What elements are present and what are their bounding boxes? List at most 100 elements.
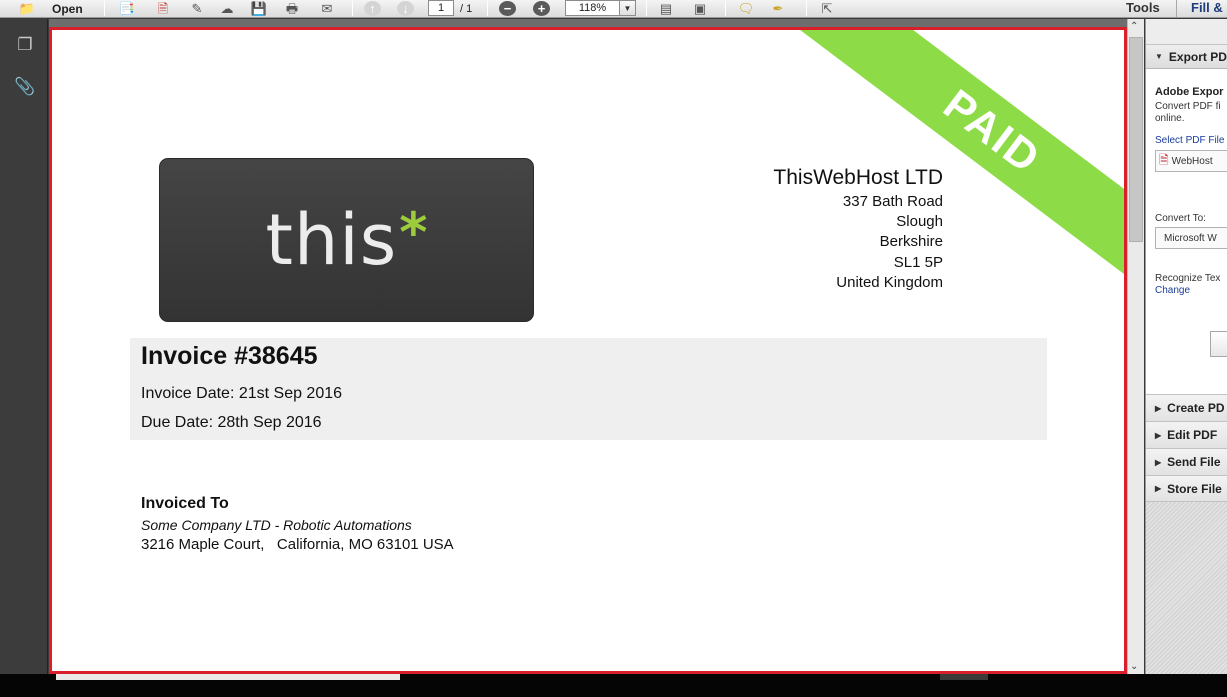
comment-button[interactable]: 🗨 <box>737 0 755 17</box>
logo-text: this <box>265 199 398 281</box>
minus-icon: − <box>499 1 516 16</box>
invoiced-to-heading: Invoiced To <box>141 495 229 512</box>
company-name: ThisWebHost LTD <box>773 166 943 189</box>
toolbar-separator <box>806 1 807 16</box>
pen-icon: ✒ <box>772 1 784 16</box>
expand-icon: ⇱ <box>821 1 833 16</box>
chevron-down-icon[interactable]: ⌄ <box>1130 661 1138 672</box>
previous-page-button[interactable]: ↑ <box>364 0 381 17</box>
arrow-down-icon: ↓ <box>397 1 414 16</box>
chevron-down-icon[interactable]: ▼ <box>619 1 635 15</box>
attachments-icon[interactable]: 📎 <box>14 76 36 98</box>
create-pdf-section[interactable]: ▶ Create PD <box>1146 394 1227 421</box>
triangle-down-icon: ▼ <box>1155 52 1163 61</box>
section-label: Create PD <box>1167 401 1225 415</box>
address-line: Slough <box>896 213 943 231</box>
zoom-out-button[interactable]: − <box>499 0 516 17</box>
address-line: 337 Bath Road <box>842 193 943 210</box>
adobe-export-title: Adobe Expor <box>1155 86 1224 98</box>
toolbar: 📁 Open 📑 🗎 ✎ ☁ 💾 🖶 ✉ ↑ ↓ 1 / 1 − + 118% … <box>0 0 1227 18</box>
full-screen-button[interactable]: ⇱ <box>818 0 836 17</box>
convert-format-select[interactable]: Microsoft W <box>1155 227 1227 249</box>
selected-file-name: WebHost <box>1171 155 1213 167</box>
create-button[interactable]: 📑 <box>118 0 136 17</box>
next-page-button[interactable]: ↓ <box>397 0 414 17</box>
upload-button[interactable]: ☁ <box>218 0 236 17</box>
invoiced-to-block: Invoiced To Some Company LTD - Robotic A… <box>141 493 454 555</box>
vertical-scrollbar[interactable]: ⌃ ⌄ <box>1127 19 1144 674</box>
email-button[interactable]: ✉ <box>318 0 336 17</box>
logo-star: * <box>399 200 428 264</box>
print-button[interactable]: 🖶 <box>283 0 301 17</box>
fit-page-button[interactable]: ▤ <box>657 0 675 17</box>
address-line: United Kingdom <box>836 273 943 291</box>
convert-button[interactable] <box>1210 331 1227 357</box>
document-viewport: PAID this * ThisWebHost LTD 337 Bath Roa… <box>49 19 1127 674</box>
sign-button[interactable]: ✒ <box>769 0 787 17</box>
edit-icon: ✎ <box>191 1 203 16</box>
toolbar-separator <box>725 1 726 16</box>
combine-files-icon: 🗎 <box>157 1 169 16</box>
invoiced-to-address: 3216 Maple Court, California, MO 63101 U… <box>141 536 454 553</box>
zoom-in-button[interactable]: + <box>533 0 550 17</box>
combine-button[interactable]: 🗎 <box>154 0 172 17</box>
scrollbar-thumb[interactable] <box>1129 37 1143 242</box>
panel-top-strip <box>1146 19 1227 45</box>
triangle-right-icon: ▶ <box>1155 403 1162 413</box>
triangle-right-icon: ▶ <box>1155 430 1162 440</box>
fill-sign-tab[interactable]: Fill & <box>1191 0 1223 15</box>
toolbar-separator <box>352 1 353 16</box>
taskbar-segment <box>940 674 988 680</box>
chevron-up-icon[interactable]: ⌃ <box>1130 21 1138 32</box>
export-pdf-label: Export PD <box>1168 49 1227 64</box>
navigation-pane: ❐ 📎 <box>0 19 48 674</box>
convert-description-line: online. <box>1155 113 1185 124</box>
taskbar-strip <box>0 674 1227 697</box>
company-address-block: ThisWebHost LTD 337 Bath Road Slough Ber… <box>773 164 943 293</box>
invoiced-to-company: Some Company LTD - Robotic Automations <box>141 517 412 533</box>
print-icon: 🖶 <box>285 1 299 16</box>
arrow-up-icon: ↑ <box>364 1 381 16</box>
section-label: Edit PDF <box>1167 428 1218 442</box>
section-label: Send File <box>1167 455 1221 469</box>
zoom-value: 118% <box>578 2 607 14</box>
company-logo: this * <box>159 158 534 322</box>
toolbar-separator <box>1176 0 1177 17</box>
zoom-select[interactable]: 118% ▼ <box>565 0 636 16</box>
convert-description: Convert PDF fi online. <box>1155 101 1221 125</box>
store-files-section[interactable]: ▶ Store File <box>1146 475 1227 502</box>
fit-width-icon: ▣ <box>693 1 707 16</box>
invoice-date: Invoice Date: 21st Sep 2016 <box>141 385 343 402</box>
due-date: Due Date: 28th Sep 2016 <box>141 414 322 431</box>
tools-tab[interactable]: Tools <box>1126 0 1160 15</box>
invoice-number: Invoice #38645 <box>141 342 318 370</box>
create-pdf-icon: 📑 <box>118 1 136 16</box>
page-number-input[interactable]: 1 <box>428 0 454 16</box>
open-button[interactable]: 📁 Open <box>18 0 83 17</box>
address-line: SL1 5P <box>893 253 943 271</box>
send-files-section[interactable]: ▶ Send File <box>1146 448 1227 475</box>
comment-icon: 🗨 <box>737 1 755 16</box>
address-line: Berkshire <box>879 233 943 251</box>
toolbar-separator <box>104 1 105 16</box>
triangle-right-icon: ▶ <box>1155 457 1162 467</box>
edit-pdf-section[interactable]: ▶ Edit PDF <box>1146 421 1227 448</box>
selected-file-field[interactable]: 🗎 WebHost <box>1155 150 1227 172</box>
change-link[interactable]: Change <box>1155 285 1190 296</box>
fit-page-icon: ▤ <box>659 1 673 16</box>
folder-icon: 📁 <box>18 1 36 16</box>
cloud-upload-icon: ☁ <box>220 1 234 16</box>
export-pdf-section-header[interactable]: ▼ Export PD <box>1146 45 1227 69</box>
open-label: Open <box>52 1 83 16</box>
toolbar-separator <box>487 1 488 16</box>
page-thumbnails-icon[interactable]: ❐ <box>14 34 36 56</box>
invoice-summary: Invoice #38645 Invoice Date: 21st Sep 20… <box>130 338 1047 440</box>
save-button[interactable]: 💾 <box>250 0 268 17</box>
save-icon: 💾 <box>250 1 268 16</box>
toolbar-separator <box>646 1 647 16</box>
select-pdf-file-link[interactable]: Select PDF File <box>1155 135 1224 146</box>
convert-to-label: Convert To: <box>1155 213 1206 224</box>
pdf-file-icon: 🗎 <box>1159 152 1169 167</box>
fit-width-button[interactable]: ▣ <box>691 0 709 17</box>
edit-button[interactable]: ✎ <box>188 0 206 17</box>
